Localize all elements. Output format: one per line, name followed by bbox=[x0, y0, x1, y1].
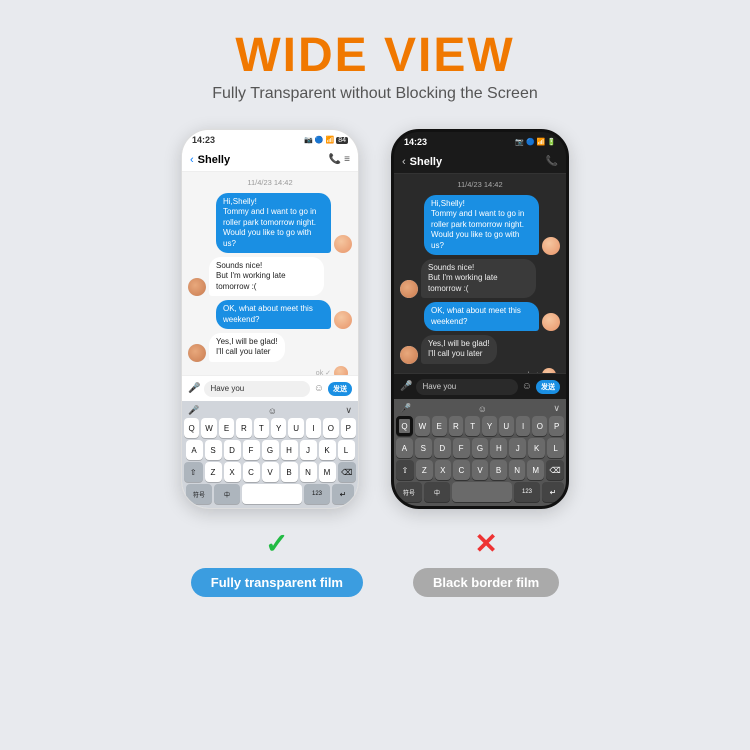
status-icons-right: 📷 🔵 📶 🔋 bbox=[515, 138, 556, 146]
header-icons-left: 📞 ≡ bbox=[329, 154, 350, 165]
ok-avatar-left bbox=[334, 366, 348, 375]
mic-icon-left: 🎤 bbox=[188, 383, 200, 394]
input-box-left: Have you bbox=[204, 381, 309, 397]
chat-header-right: ‹ Shelly 📞 bbox=[394, 150, 566, 174]
kb-row-r1: QWERTYUIOP bbox=[396, 416, 564, 436]
label-group-black: ✕ Black border film bbox=[413, 527, 559, 597]
kb-row-3: ⇧ZXCVBNM⌫ bbox=[184, 462, 356, 482]
bubble-sent-1: Hi,Shelly!Tommy and I want to go in roll… bbox=[216, 193, 331, 253]
status-bar-left: 14:23 📷 🔵 📶 84 bbox=[182, 130, 358, 148]
checkmark-icon: ✓ bbox=[265, 527, 288, 560]
avatar-sent-r1 bbox=[542, 237, 560, 255]
label-group-transparent: ✓ Fully transparent film bbox=[191, 527, 363, 597]
phones-comparison: 14:23 📷 🔵 📶 84 ‹ Shelly 📞 ≡ 11/4/23 14:4… bbox=[181, 129, 569, 509]
chat-body-right: 11/4/23 14:42 Hi,Shelly!Tommy and I want… bbox=[394, 174, 566, 373]
kb-icon-r1: 🎤 bbox=[400, 403, 411, 414]
emoji-icon-left: ☺ bbox=[314, 383, 324, 394]
status-bar-right: 14:23 📷 🔵 📶 🔋 bbox=[394, 132, 566, 150]
ok-row-left: ok ✓ bbox=[188, 366, 352, 375]
msg-sent-1: Hi,Shelly!Tommy and I want to go in roll… bbox=[188, 193, 352, 253]
phone-black-border: 14:23 📷 🔵 📶 🔋 ‹ Shelly 📞 11/4/23 14:42 H… bbox=[391, 129, 569, 509]
back-arrow-right: ‹ bbox=[402, 156, 406, 168]
status-icons-left: 📷 🔵 📶 84 bbox=[304, 136, 348, 144]
header-icons-right: 📞 bbox=[546, 156, 558, 167]
contact-name-right: Shelly bbox=[410, 156, 546, 168]
avatar-sent-2 bbox=[334, 311, 352, 329]
msg-sent-2: OK, what about meet this weekend? bbox=[188, 300, 352, 329]
msg-recv-1: Sounds nice!But I'm working late tomorro… bbox=[188, 257, 352, 296]
bubble-sent-r2: OK, what about meet this weekend? bbox=[424, 302, 539, 331]
kb-icon-3: ∨ bbox=[345, 405, 352, 416]
contact-name-left: Shelly bbox=[198, 154, 329, 166]
date-label-right: 11/4/23 14:42 bbox=[400, 180, 560, 189]
avatar-recv-r2 bbox=[400, 346, 418, 364]
kb-toolbar-right: 🎤 ☺ ∨ bbox=[396, 402, 564, 416]
transparent-film-label: Fully transparent film bbox=[191, 568, 363, 597]
kb-row-r2: ASDFGHJKL bbox=[396, 438, 564, 458]
keyboard-left: 🎤 ☺ ∨ QWERTYUIOP ASDFGHJKL ⇧ZXCVBNM⌫ 符号 … bbox=[182, 401, 358, 508]
cross-icon: ✕ bbox=[474, 527, 497, 560]
page-title: WIDE VIEW bbox=[212, 28, 538, 83]
input-box-right: Have you bbox=[416, 379, 517, 395]
kb-row-4: 符号 中 123 ↵ bbox=[184, 484, 356, 504]
kb-toolbar-left: 🎤 ☺ ∨ bbox=[184, 404, 356, 418]
kb-icon-r2: ☺ bbox=[478, 404, 487, 414]
kb-icon-r3: ∨ bbox=[553, 403, 560, 414]
send-btn-left[interactable]: 发送 bbox=[328, 382, 352, 396]
status-time-right: 14:23 bbox=[404, 137, 427, 147]
send-btn-right[interactable]: 发送 bbox=[536, 380, 560, 394]
bottom-labels: ✓ Fully transparent film ✕ Black border … bbox=[191, 527, 559, 597]
page-header: WIDE VIEW Fully Transparent without Bloc… bbox=[212, 0, 538, 103]
msg-recv-r1: Sounds nice!But I'm working late tomorro… bbox=[400, 259, 560, 298]
msg-recv-2: Yes,I will be glad!I'll call you later bbox=[188, 333, 352, 362]
chat-body-left: 11/4/23 14:42 Hi,Shelly!Tommy and I want… bbox=[182, 172, 358, 375]
kb-icon-1: 🎤 bbox=[188, 405, 199, 416]
msg-sent-r1: Hi,Shelly!Tommy and I want to go in roll… bbox=[400, 195, 560, 255]
black-border-label: Black border film bbox=[413, 568, 559, 597]
date-label-left: 11/4/23 14:42 bbox=[188, 178, 352, 187]
keyboard-right: 🎤 ☺ ∨ QWERTYUIOP ASDFGHJKL ⇧ZXCVBNM⌫ 符号 … bbox=[394, 399, 566, 506]
avatar-sent-r2 bbox=[542, 313, 560, 331]
phone-transparent: 14:23 📷 🔵 📶 84 ‹ Shelly 📞 ≡ 11/4/23 14:4… bbox=[181, 129, 359, 509]
status-time-left: 14:23 bbox=[192, 135, 215, 145]
chat-header-left: ‹ Shelly 📞 ≡ bbox=[182, 148, 358, 172]
kb-row-r4: 符号 中 123 ↵ bbox=[396, 482, 564, 502]
bubble-sent-2: OK, what about meet this weekend? bbox=[216, 300, 331, 329]
bubble-recv-r2: Yes,I will be glad!I'll call you later bbox=[421, 335, 497, 364]
avatar-recv-2 bbox=[188, 344, 206, 362]
avatar-recv-r1 bbox=[400, 280, 418, 298]
kb-icon-2: ☺ bbox=[268, 406, 277, 416]
bubble-sent-r1: Hi,Shelly!Tommy and I want to go in roll… bbox=[424, 195, 539, 255]
bubble-recv-2: Yes,I will be glad!I'll call you later bbox=[209, 333, 285, 362]
kb-row-2: ASDFGHJKL bbox=[184, 440, 356, 460]
emoji-icon-right: ☺ bbox=[522, 381, 532, 392]
input-area-left: 🎤 Have you ☺ 发送 bbox=[182, 375, 358, 401]
msg-sent-r2: OK, what about meet this weekend? bbox=[400, 302, 560, 331]
bubble-recv-1: Sounds nice!But I'm working late tomorro… bbox=[209, 257, 324, 296]
kb-row-r3: ⇧ZXCVBNM⌫ bbox=[396, 460, 564, 480]
page-subtitle: Fully Transparent without Blocking the S… bbox=[212, 85, 538, 103]
input-area-right: 🎤 Have you ☺ 发送 bbox=[394, 373, 566, 399]
msg-recv-r2: Yes,I will be glad!I'll call you later bbox=[400, 335, 560, 364]
avatar-sent-1 bbox=[334, 235, 352, 253]
back-arrow-left: ‹ bbox=[190, 154, 194, 166]
kb-row-1: QWERTYUIOP bbox=[184, 418, 356, 438]
mic-icon-right: 🎤 bbox=[400, 381, 412, 392]
bubble-recv-r1: Sounds nice!But I'm working late tomorro… bbox=[421, 259, 536, 298]
avatar-recv-1 bbox=[188, 278, 206, 296]
